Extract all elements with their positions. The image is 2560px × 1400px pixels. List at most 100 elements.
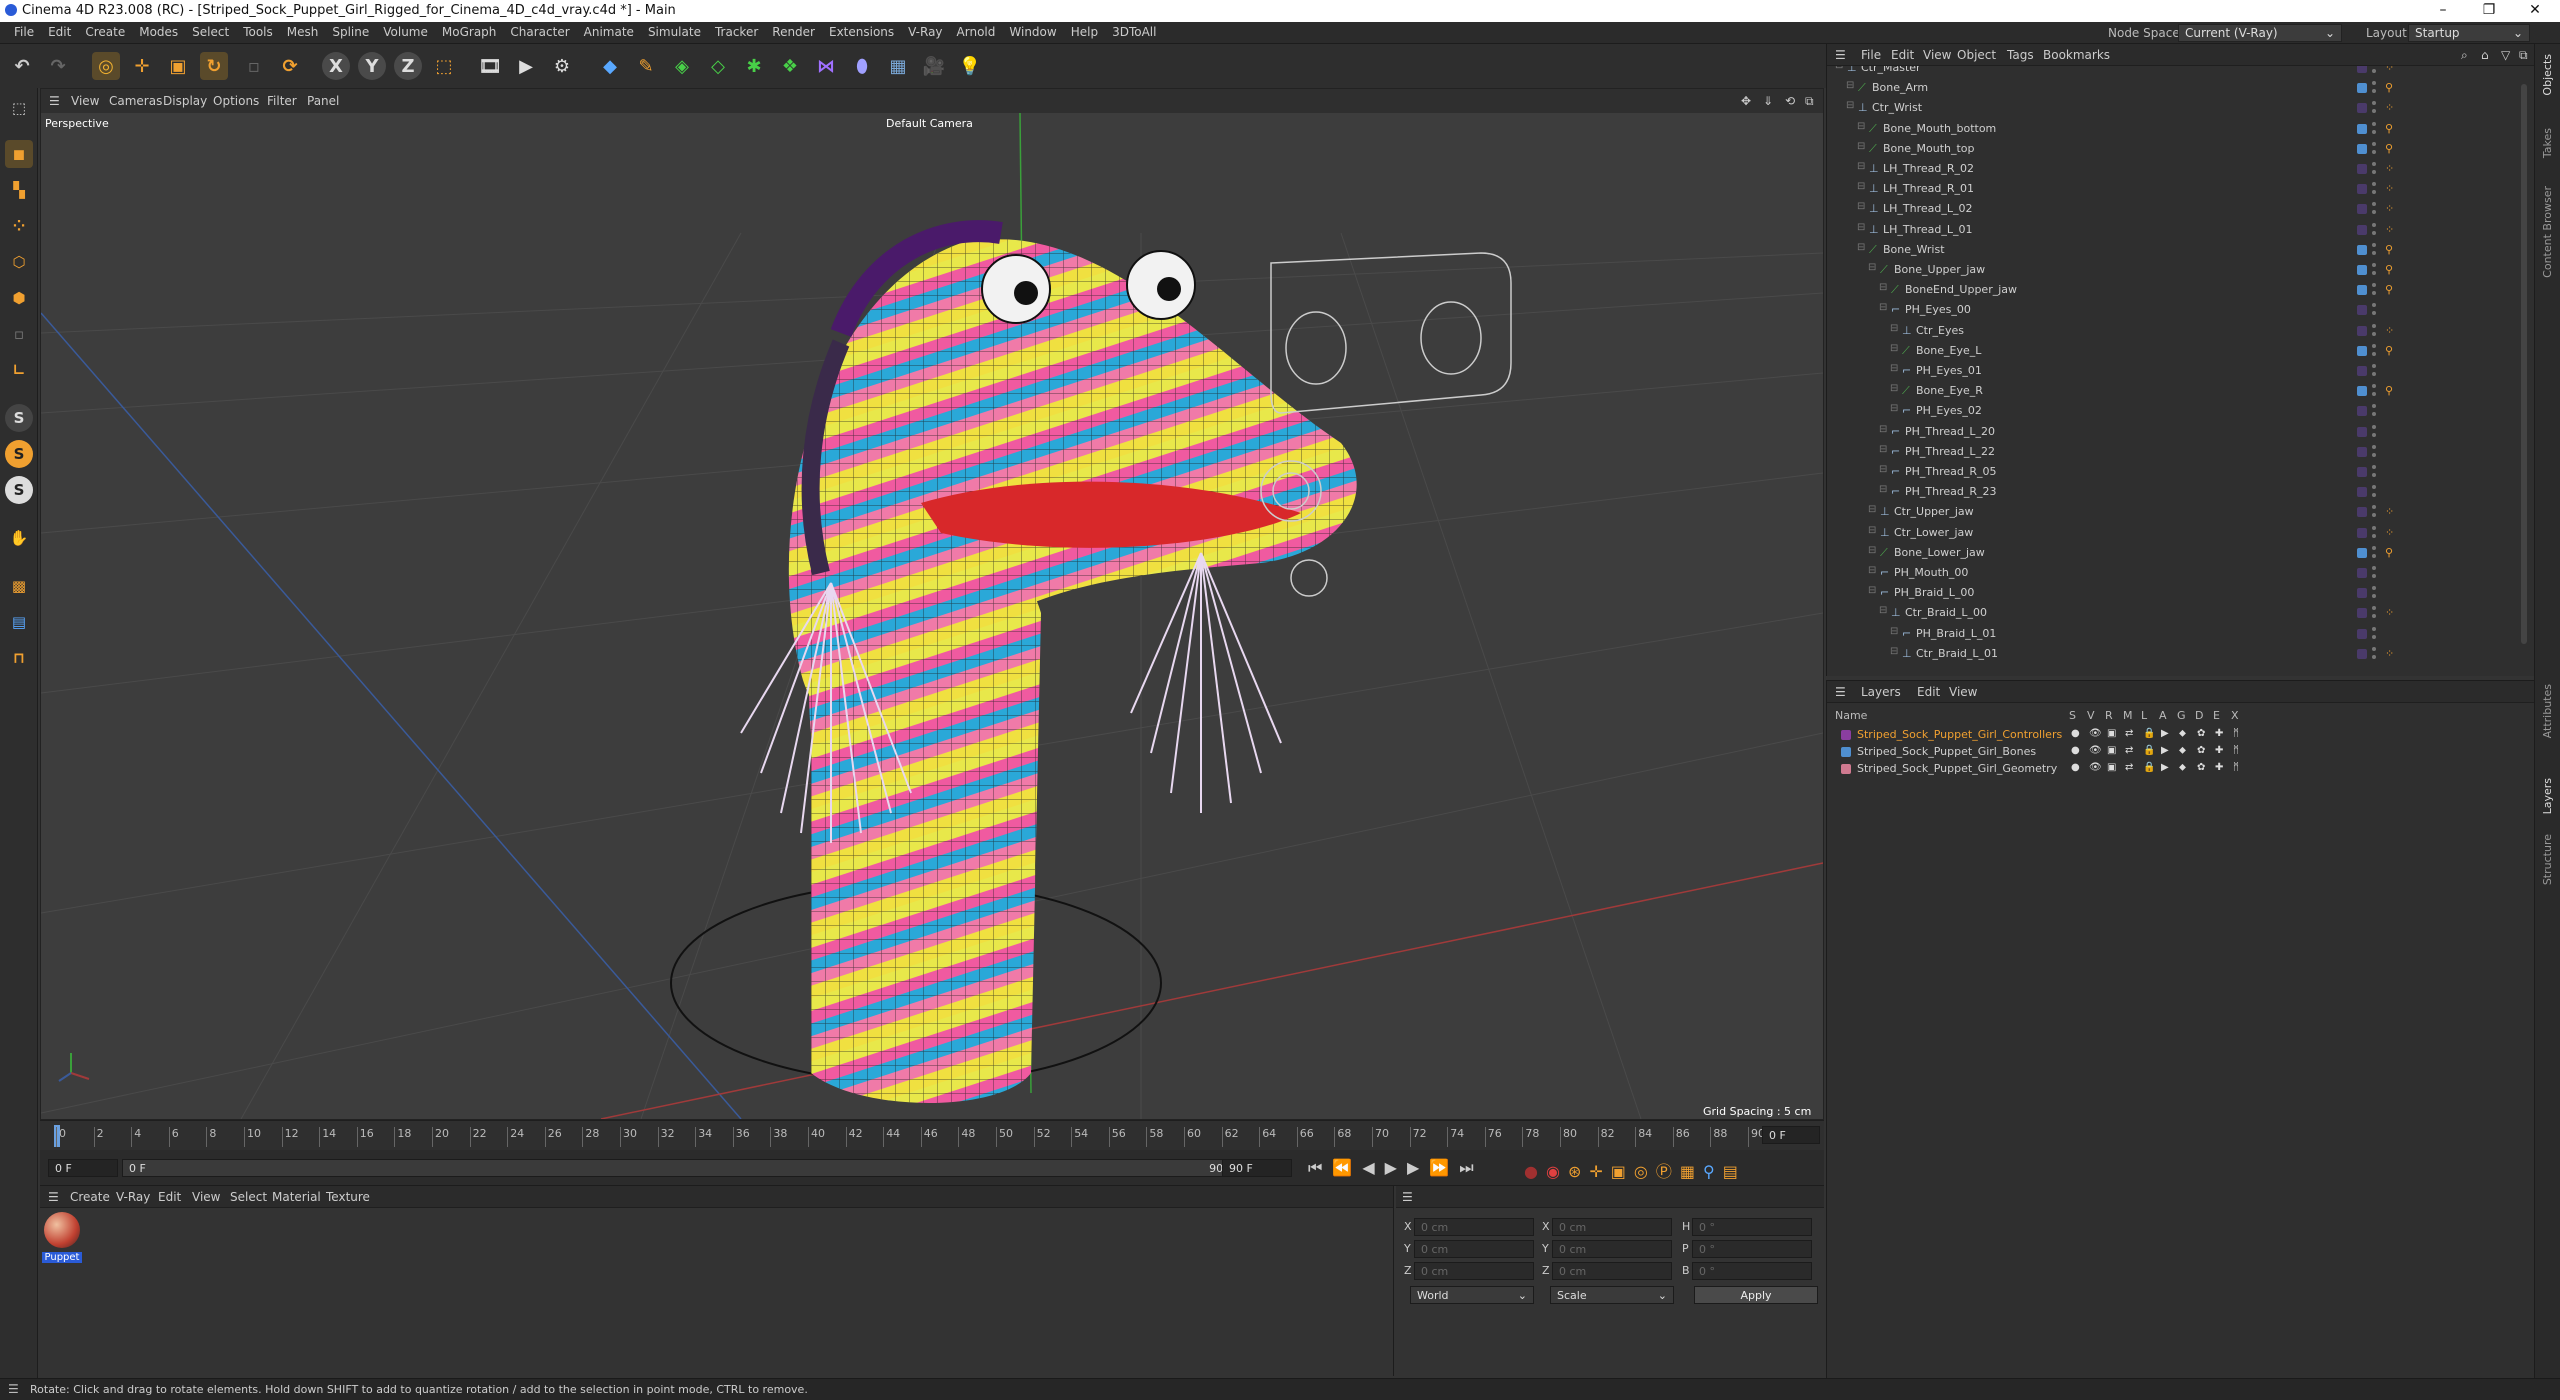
editor-visibility-dot[interactable]: [2372, 364, 2376, 368]
play-icon[interactable]: ▶: [1385, 1158, 1407, 1177]
prev-frame-icon[interactable]: ◀: [1362, 1158, 1384, 1177]
cloner-icon[interactable]: ✱: [740, 52, 768, 80]
tree-expand-icon[interactable]: ⊟: [1879, 424, 1887, 435]
timeline-end-field[interactable]: 0 F: [1762, 1126, 1820, 1144]
timeline-window-icon[interactable]: ▤: [1723, 1162, 1746, 1181]
layer-color-swatch[interactable]: [2357, 184, 2367, 195]
ik-tag-icon[interactable]: ⚲: [2385, 243, 2393, 256]
editor-visibility-dot[interactable]: [2372, 566, 2376, 570]
record-icon[interactable]: ●: [1524, 1162, 1546, 1181]
editor-visibility-dot[interactable]: [2372, 343, 2376, 348]
menu-edit[interactable]: Edit: [48, 22, 71, 42]
menu-spline[interactable]: Spline: [332, 22, 369, 42]
uv-mode-icon[interactable]: ▫: [5, 320, 33, 348]
next-frame-icon[interactable]: ▶: [1407, 1158, 1429, 1177]
paint-icon[interactable]: ✋: [5, 524, 33, 552]
editor-visibility-dot[interactable]: [2372, 545, 2376, 550]
minimize-icon[interactable]: –: [2420, 2, 2466, 18]
editor-visibility-dot[interactable]: [2372, 485, 2376, 490]
visible-icon[interactable]: 👁: [2089, 762, 2102, 773]
menu-create[interactable]: Create: [85, 22, 125, 42]
menu-help[interactable]: Help: [1071, 22, 1098, 42]
constraint-tag-icon[interactable]: ⁘: [2385, 101, 2394, 114]
object-row[interactable]: ⊟ ⊥ Ctr_Wrist ⁘: [1827, 98, 2517, 118]
points-mode-icon[interactable]: ⁘: [5, 212, 33, 240]
motion-icon[interactable]: ⚲: [1703, 1162, 1723, 1181]
layer-color-swatch[interactable]: [2357, 547, 2367, 558]
tab-attributes[interactable]: Attributes: [2541, 684, 2554, 738]
hamburger-icon[interactable]: ☰: [48, 1190, 59, 1204]
deformer-icon[interactable]: ✿: [2197, 745, 2205, 756]
tree-expand-icon[interactable]: ⊟: [1890, 646, 1898, 657]
mograph-icon[interactable]: ❖: [776, 52, 804, 80]
model-mode-icon[interactable]: ◼: [5, 140, 33, 168]
object-row[interactable]: ⊟ ⌐ PH_Braid_L_01: [1827, 624, 2517, 644]
frame-range-slider[interactable]: 0 F 90 F: [122, 1159, 1242, 1177]
live-selection-icon[interactable]: ◎: [92, 52, 120, 80]
menu-select[interactable]: Select: [192, 22, 229, 42]
object-row[interactable]: ⊟ ⌐ PH_Eyes_00: [1827, 300, 2517, 320]
solo-icon[interactable]: ●: [2071, 728, 2080, 739]
material-menu-select[interactable]: Select: [230, 1190, 267, 1204]
key-rotation-icon[interactable]: ◎: [1634, 1162, 1656, 1181]
layer-color-swatch[interactable]: [2357, 204, 2367, 215]
render-icon[interactable]: ▣: [2107, 745, 2116, 756]
layer-color-swatch[interactable]: [2357, 325, 2367, 336]
render-visibility-dot[interactable]: [2372, 493, 2376, 498]
x-axis-icon[interactable]: X: [322, 52, 350, 80]
editor-visibility-dot[interactable]: [2372, 626, 2376, 631]
snap-settings-icon[interactable]: S: [5, 440, 33, 468]
layer-color-swatch[interactable]: [2357, 426, 2367, 437]
close-icon[interactable]: ✕: [2512, 2, 2558, 18]
render-visibility-dot[interactable]: [2372, 89, 2376, 94]
object-row[interactable]: ⊟ ⟋ Bone_Lower_jaw ⚲: [1827, 543, 2517, 563]
coordinate-system-icon[interactable]: ⟳: [276, 52, 304, 80]
key-pla-icon[interactable]: ▦: [1680, 1162, 1703, 1181]
animation-icon[interactable]: ▶: [2161, 745, 2169, 756]
tree-expand-icon[interactable]: ⊟: [1890, 383, 1898, 394]
prev-key-icon[interactable]: ⏪: [1332, 1158, 1362, 1177]
tree-expand-icon[interactable]: ⊟: [1857, 242, 1865, 253]
tree-expand-icon[interactable]: ⊟: [1857, 201, 1865, 212]
layer-color-swatch[interactable]: [2357, 103, 2367, 114]
editor-visibility-dot[interactable]: [2372, 465, 2376, 469]
render-visibility-dot[interactable]: [2372, 351, 2376, 356]
tab-takes[interactable]: Takes: [2541, 128, 2554, 158]
viewport-perspective[interactable]: ☰ View Cameras Display Options Filter Pa…: [40, 88, 1824, 1120]
render-icon[interactable]: ▣: [2107, 728, 2116, 739]
coord-value-field[interactable]: 0 cm: [1552, 1240, 1672, 1258]
lock-icon[interactable]: 🔒: [2143, 745, 2155, 756]
coord-value-field[interactable]: 0 cm: [1552, 1218, 1672, 1236]
manager-icon[interactable]: ⇄: [2125, 762, 2133, 773]
render-settings-icon[interactable]: ⚙: [548, 52, 576, 80]
object-row[interactable]: ⊟ ⌐ PH_Braid_L_00: [1827, 583, 2517, 603]
object-row[interactable]: ⊟ ⊥ LH_Thread_R_01 ⁘: [1827, 179, 2517, 199]
tree-expand-icon[interactable]: ⊟: [1879, 464, 1887, 475]
visible-icon[interactable]: 👁: [2089, 745, 2102, 756]
viewport-menu-display[interactable]: Display: [163, 94, 207, 108]
expression-icon[interactable]: ✚: [2215, 728, 2223, 739]
next-key-icon[interactable]: ⏩: [1429, 1158, 1459, 1177]
polygons-mode-icon[interactable]: ⬢: [5, 284, 33, 312]
cube-primitive-icon[interactable]: ◆: [596, 52, 624, 80]
constraint-tag-icon[interactable]: ⁘: [2385, 202, 2394, 215]
object-row[interactable]: ⊟ ⊥ Ctr_Braid_L_00 ⁘: [1827, 603, 2517, 623]
expression-icon[interactable]: ✚: [2215, 745, 2223, 756]
editor-visibility-dot[interactable]: [2372, 202, 2376, 207]
render-visibility-dot[interactable]: [2372, 311, 2376, 316]
layer-color-swatch[interactable]: [2357, 608, 2367, 619]
render-visibility-dot[interactable]: [2372, 230, 2376, 235]
quantize-icon[interactable]: S: [5, 476, 33, 504]
coord-value-field[interactable]: 0 cm: [1414, 1240, 1534, 1258]
object-row[interactable]: ⊟ ⟋ Bone_Mouth_bottom ⚲: [1827, 119, 2517, 139]
layer-menu-edit[interactable]: Edit: [1917, 685, 1940, 699]
render-visibility-dot[interactable]: [2372, 594, 2376, 599]
tree-expand-icon[interactable]: ⊟: [1846, 100, 1854, 111]
layer-color-swatch[interactable]: [2357, 83, 2367, 94]
home-icon[interactable]: ⌂: [2481, 48, 2489, 62]
hamburger-icon[interactable]: ☰: [49, 94, 60, 108]
restore-icon[interactable]: ❐: [2466, 2, 2512, 18]
world-coordinates-icon[interactable]: ⬚: [430, 52, 458, 80]
menu-window[interactable]: Window: [1009, 22, 1056, 42]
object-row[interactable]: ⊟ ⟋ Bone_Eye_L ⚲: [1827, 341, 2517, 361]
